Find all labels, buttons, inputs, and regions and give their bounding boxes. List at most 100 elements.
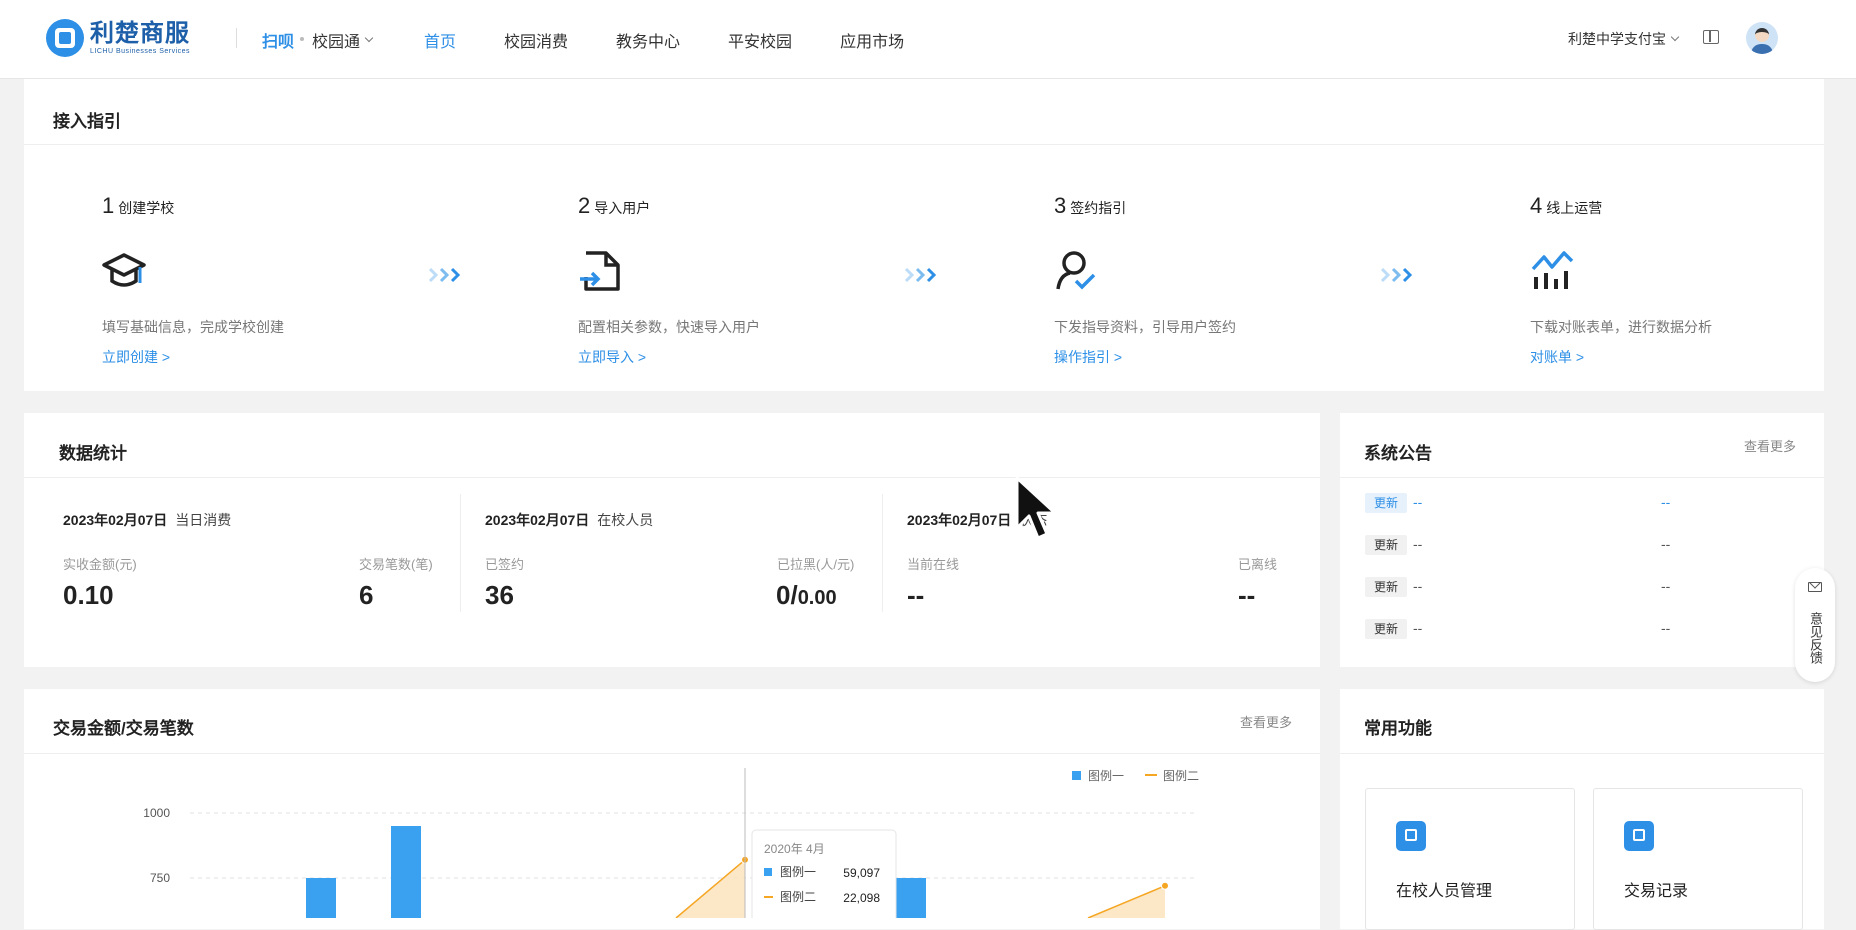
notice-text: -- (1413, 536, 1423, 552)
tooltip-marker-series1 (764, 868, 772, 876)
nav-item-campus-consumption[interactable]: 校园消费 (504, 28, 568, 52)
notice-more-link[interactable]: 查看更多 (1744, 436, 1796, 455)
received-amount-label: 实收金额(元) (63, 557, 137, 572)
guide-card: 接入指引 (24, 79, 1824, 391)
chevron-down-icon (364, 33, 374, 43)
quick-item-transactions[interactable]: 交易记录 (1593, 788, 1803, 930)
blacklisted-value: 0/0.00 (776, 580, 837, 610)
step-arrow-icon (428, 267, 461, 283)
book-icon[interactable] (1703, 30, 1719, 44)
notice-date: -- (1661, 494, 1671, 510)
avatar[interactable] (1746, 22, 1778, 54)
sign-guide-link[interactable]: 操作指引 > (1054, 347, 1122, 367)
step-name: 线上运营 (1546, 200, 1603, 216)
legend-label-series1[interactable]: 图例一 (1088, 769, 1124, 783)
step-description: 配置相关参数，快速导入用户 (578, 319, 760, 335)
quick-item-label: 交易记录 (1624, 883, 1689, 900)
nav-item-academic-center[interactable]: 教务中心 (616, 28, 680, 52)
header-divider (236, 28, 237, 48)
notice-item[interactable]: 更新 -- -- (1365, 577, 1805, 601)
graduation-cap-icon (102, 253, 146, 287)
bar-series1[interactable] (391, 826, 421, 918)
notice-item[interactable]: 更新 -- -- (1365, 535, 1805, 559)
online-label: 当前在线 (907, 557, 960, 572)
user-check-icon (1056, 251, 1096, 290)
stat-kind: 在校人员 (597, 512, 654, 528)
notice-item[interactable]: 更新 -- -- (1365, 493, 1805, 517)
nav-item-home[interactable]: 首页 (424, 28, 456, 52)
stats-card: 数据统计 (24, 413, 1320, 667)
trade-chart: 图例一 图例二 1000 750 2020年 4月 图例一 59,097 图例二… (143, 768, 1199, 918)
step-description: 填写基础信息，完成学校创建 (102, 319, 284, 335)
bar-series1[interactable] (306, 878, 336, 918)
stat-date: 2023年02月07日 (485, 512, 590, 528)
school-selector[interactable]: 利楚中学支付宝 (1568, 29, 1680, 49)
legend-marker-series1 (1072, 771, 1081, 780)
tooltip-series1-value: 59,097 (843, 866, 880, 880)
transaction-count-label: 交易笔数(笔) (359, 557, 433, 572)
y-tick-label: 1000 (143, 806, 170, 820)
logo[interactable]: 利楚商服 LICHU Businesses Services (46, 18, 190, 58)
feedback-label: 意见反馈 (1808, 612, 1823, 664)
guide-divider (24, 144, 1824, 145)
step-arrow-icon (1380, 267, 1413, 283)
step-number: 3 (1054, 193, 1067, 218)
mail-icon (1808, 582, 1822, 592)
y-tick-label: 750 (150, 871, 170, 885)
statement-link[interactable]: 对账单 > (1530, 347, 1584, 367)
feedback-button[interactable]: 意见反馈 (1795, 568, 1835, 682)
guide-step-3: 3 签约指引 下发指导资料，引导用户签约 操作指引 > (1054, 193, 1294, 365)
notice-date: -- (1661, 536, 1671, 552)
offline-label: 已离线 (1238, 557, 1278, 572)
main-nav: 首页 校园消费 教务中心 平安校园 应用市场 (424, 28, 952, 52)
legend-label-series2[interactable]: 图例二 (1163, 769, 1199, 783)
blacklisted-label: 已拉黑(人/元) (777, 557, 855, 572)
tooltip-series1-name: 图例一 (780, 865, 816, 879)
mouse-cursor-icon (1015, 476, 1057, 540)
brand-separator (300, 37, 304, 41)
personnel-icon (1396, 821, 1426, 851)
point-series2[interactable] (1161, 881, 1169, 890)
guide-step-4: 4 线上运营 下载对账表单，进行数据分析 对账单 > (1530, 193, 1770, 365)
step-number: 4 (1530, 193, 1543, 218)
notice-text: -- (1413, 578, 1423, 594)
stat-personnel: 2023年02月07日 在校人员 已签约 已拉黑(人/元) 36 0/0.00 (485, 510, 865, 610)
nav-item-safe-campus[interactable]: 平安校园 (728, 28, 792, 52)
quick-item-label: 在校人员管理 (1396, 883, 1493, 900)
quick-title: 常用功能 (1364, 719, 1432, 738)
product-switcher[interactable]: 校园通 (312, 28, 374, 52)
notice-item[interactable]: 更新 -- -- (1365, 619, 1805, 643)
step-name: 导入用户 (594, 200, 651, 216)
stat-separator (882, 494, 883, 612)
chart-legend: 图例一 图例二 (1072, 769, 1199, 783)
logo-icon (46, 19, 84, 57)
stat-kind: 当日消费 (175, 512, 232, 528)
notice-text: -- (1413, 494, 1423, 510)
tooltip-series2-name: 图例二 (780, 890, 816, 904)
step-number: 2 (578, 193, 591, 218)
quick-divider (1340, 753, 1824, 754)
nav-item-app-market[interactable]: 应用市场 (840, 28, 904, 52)
document-icon (1624, 821, 1654, 851)
brand-name: 扫呗 (262, 34, 295, 51)
chevron-down-icon (1670, 32, 1680, 42)
offline-value: -- (1238, 580, 1256, 610)
signed-label: 已签约 (485, 557, 525, 572)
bar-series1[interactable] (896, 878, 926, 918)
update-tag: 更新 (1365, 619, 1408, 639)
create-school-link[interactable]: 立即创建 > (102, 347, 170, 367)
trade-more-link[interactable]: 查看更多 (1240, 712, 1292, 731)
stat-separator (460, 494, 461, 612)
notice-title: 系统公告 (1364, 444, 1432, 463)
step-description: 下载对账表单，进行数据分析 (1530, 319, 1712, 335)
update-tag: 更新 (1365, 577, 1408, 597)
stat-status: 2023年02月07日状态 当前在线 已离线 -- -- (907, 510, 1287, 610)
tooltip-title: 2020年 4月 (764, 842, 825, 856)
trade-title: 交易金额/交易笔数 (53, 719, 194, 738)
quick-item-personnel[interactable]: 在校人员管理 (1365, 788, 1575, 930)
file-import-icon (580, 251, 620, 291)
school-name: 利楚中学支付宝 (1568, 31, 1666, 47)
notice-date: -- (1661, 620, 1671, 636)
import-users-link[interactable]: 立即导入 > (578, 347, 646, 367)
notice-date: -- (1661, 578, 1671, 594)
